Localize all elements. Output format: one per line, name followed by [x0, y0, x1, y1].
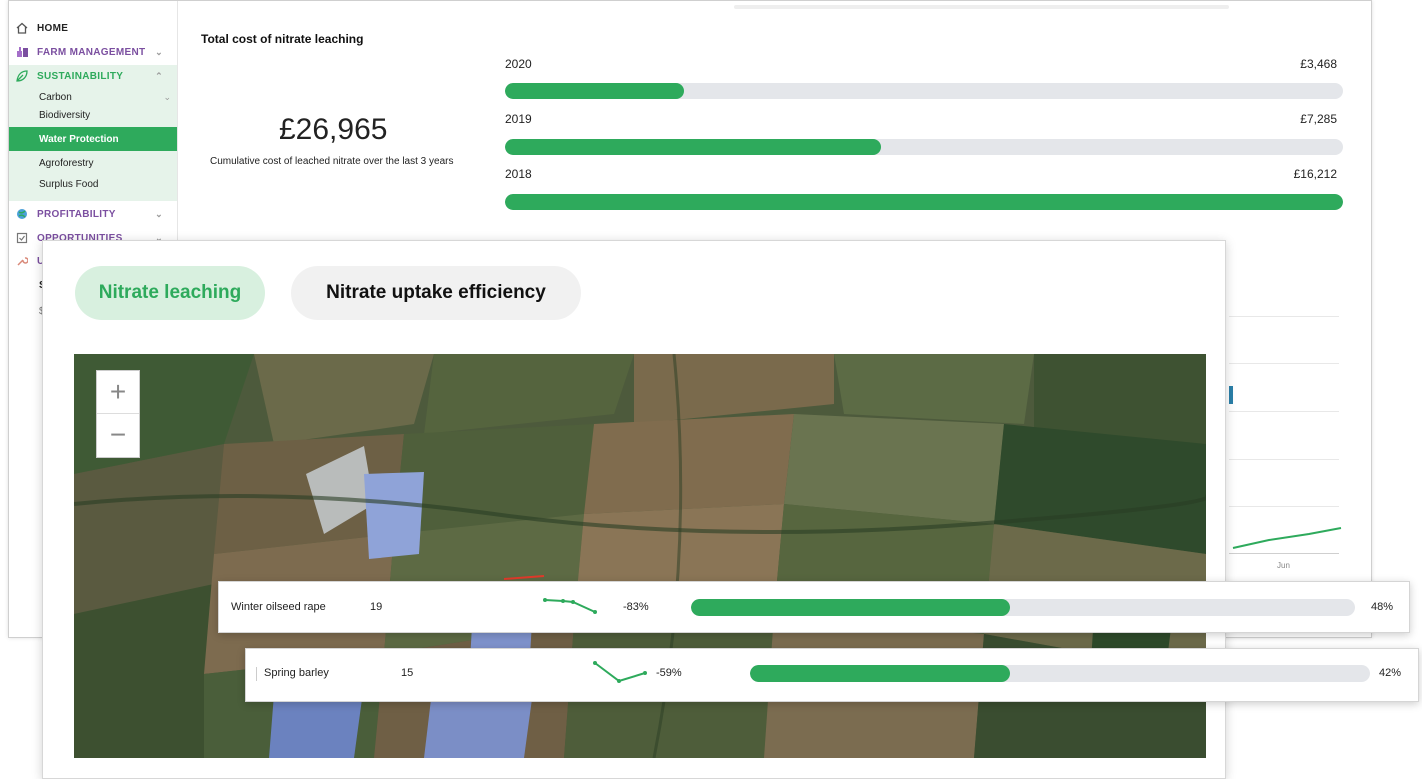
tab-nitrate-uptake-efficiency[interactable]: Nitrate uptake efficiency: [291, 266, 581, 320]
chart-line: [1232, 527, 1342, 549]
sidebar-item-label: Biodiversity: [39, 109, 91, 121]
chevron-down-icon: ⌄: [155, 208, 163, 219]
year-cost-bar: [505, 139, 1343, 155]
sidebar-item-label: Agroforestry: [39, 157, 94, 169]
nav-sustainability-label: SUSTAINABILITY: [37, 70, 124, 82]
sidebar-item-surplus-food[interactable]: Surplus Food: [9, 174, 177, 194]
crop-share-percent: 48%: [1371, 601, 1394, 613]
nav-profitability[interactable]: PROFITABILITY ⌄: [9, 203, 177, 225]
zoom-out-button[interactable]: −: [97, 414, 139, 456]
nav-farm-management-label: FARM MANAGEMENT: [37, 46, 146, 58]
crop-row-winter-oilseed-rape[interactable]: Winter oilseed rape 19 -83% 48%: [218, 581, 1410, 633]
tab-nitrate-leaching[interactable]: Nitrate leaching: [75, 266, 265, 320]
nav-home[interactable]: HOME: [9, 17, 177, 39]
scroll-indicator: [734, 5, 1229, 9]
chart-gridline: [1229, 316, 1339, 317]
crop-row-spring-barley[interactable]: Spring barley 15 -59% 42%: [245, 648, 1419, 702]
chart-marker: [1229, 386, 1233, 404]
globe-icon: [15, 207, 29, 221]
leaf-icon: [15, 69, 29, 83]
sidebar-item-agroforestry[interactable]: Agroforestry: [9, 153, 177, 173]
sidebar-item-biodiversity[interactable]: Biodiversity: [9, 105, 177, 125]
year-cost-value: £3,468: [1300, 57, 1337, 71]
year-cost-bar-fill: [505, 139, 882, 155]
year-cost-value: £7,285: [1300, 112, 1337, 126]
chevron-down-icon: ⌄: [155, 46, 163, 57]
checklist-icon: [15, 231, 29, 245]
zoom-control: + −: [96, 370, 140, 458]
nav-profitability-label: PROFITABILITY: [37, 208, 116, 220]
year-label: 2018: [505, 167, 532, 181]
chart-gridline: [1229, 363, 1339, 364]
year-cost-bar: [505, 194, 1343, 210]
sidebar-item-label: Surplus Food: [39, 178, 99, 190]
crop-change-percent: -83%: [623, 601, 649, 613]
nav-home-label: HOME: [37, 22, 69, 34]
wrench-icon: [15, 254, 29, 268]
year-cost-value: £16,212: [1293, 167, 1337, 181]
crop-share-bar-fill: [750, 665, 1011, 682]
crop-field-count: 15: [401, 667, 414, 679]
home-icon: [15, 21, 29, 35]
year-label: 2020: [505, 57, 532, 71]
year-label: 2019: [505, 112, 532, 126]
row-divider: [256, 667, 257, 681]
farm-icon: [15, 45, 29, 59]
trend-sparkline: [543, 598, 597, 614]
crop-field-count: 19: [370, 601, 383, 613]
crop-share-bar: [691, 599, 1355, 616]
crop-change-percent: -59%: [656, 667, 682, 679]
year-cost-bar: [505, 83, 1343, 99]
chart-gridline: [1229, 506, 1339, 507]
chevron-down-icon: ⌄: [163, 91, 171, 102]
sidebar-item-carbon[interactable]: Carbon ⌄: [9, 87, 177, 107]
chart-x-tick: Jun: [1277, 561, 1290, 570]
nav-farm-management[interactable]: FARM MANAGEMENT ⌄: [9, 41, 177, 63]
crop-share-bar: [750, 665, 1370, 682]
chart-gridline: [1229, 459, 1339, 460]
total-cost-caption: Cumulative cost of leached nitrate over …: [210, 156, 454, 167]
cost-panel-title: Total cost of nitrate leaching: [201, 32, 364, 46]
chevron-up-icon: ⌃: [155, 70, 163, 81]
crop-name: Winter oilseed rape: [231, 601, 326, 613]
crop-share-bar-fill: [691, 599, 1010, 616]
year-cost-bar-fill: [505, 194, 1343, 210]
sidebar-item-water-protection[interactable]: Water Protection: [9, 127, 177, 151]
crop-name: Spring barley: [264, 667, 329, 679]
zoom-in-button[interactable]: +: [97, 371, 139, 414]
sidebar-item-label: Water Protection: [39, 133, 119, 145]
year-cost-bar-fill: [505, 83, 685, 99]
nav-sustainability[interactable]: SUSTAINABILITY ⌃: [9, 65, 177, 87]
crop-share-percent: 42%: [1379, 667, 1402, 679]
chart-gridline: [1229, 411, 1339, 412]
sidebar-item-label: Carbon: [39, 91, 72, 103]
total-cost-value: £26,965: [279, 113, 388, 146]
trend-sparkline: [593, 661, 647, 683]
